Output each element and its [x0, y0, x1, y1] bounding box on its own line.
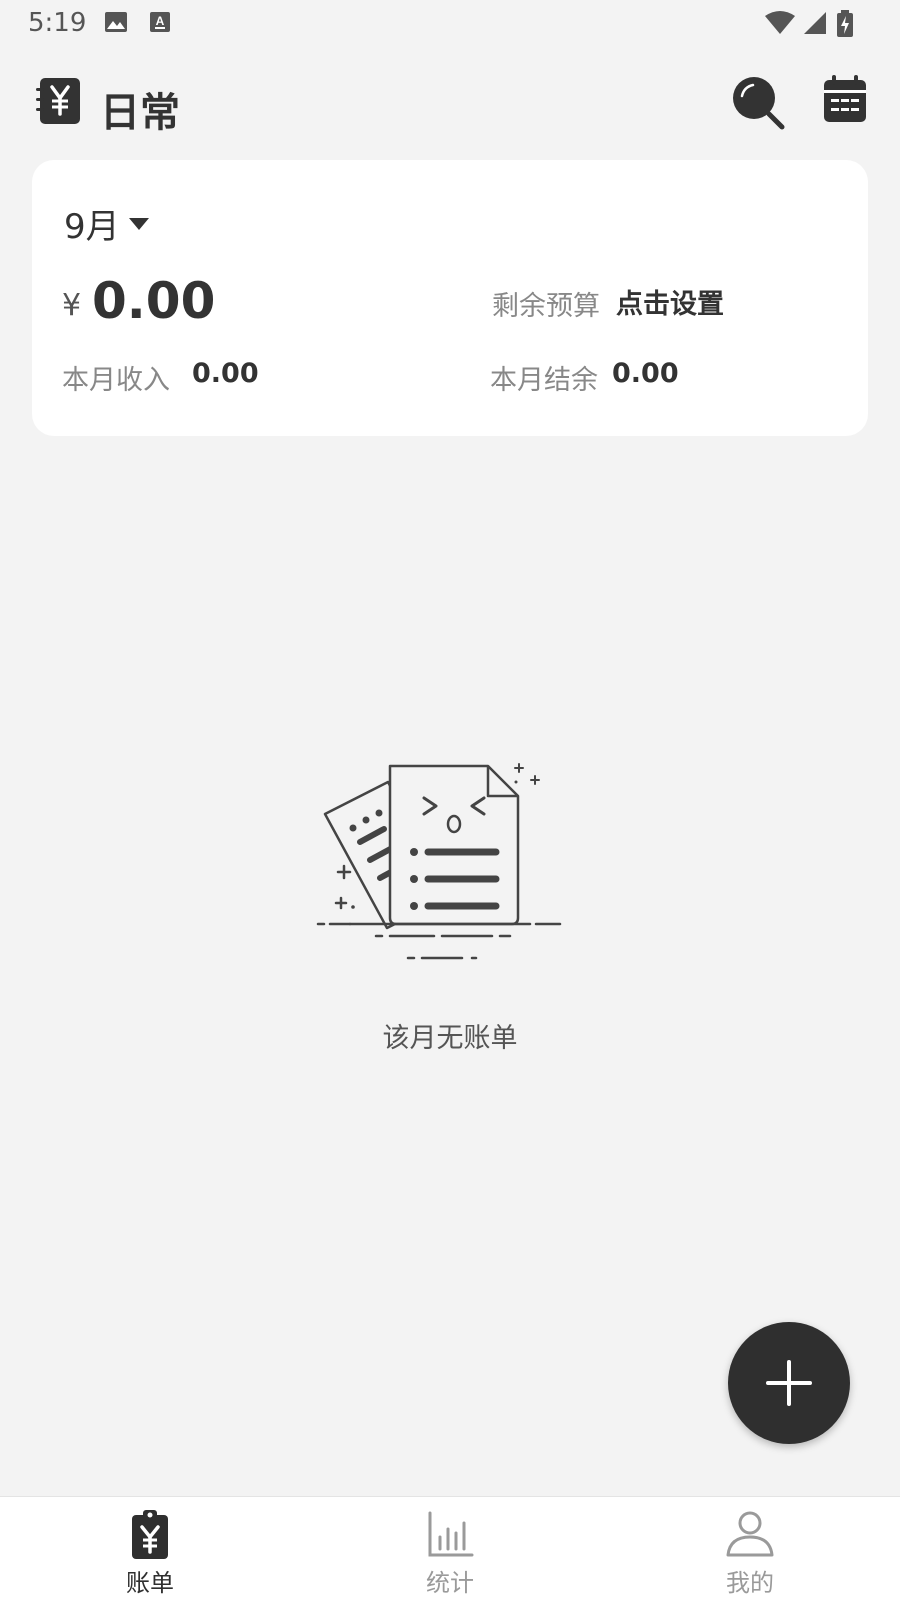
- currency-symbol: ¥: [62, 288, 82, 323]
- nav-item-bills[interactable]: 账单: [0, 1497, 300, 1601]
- balance-amount: 0.00: [92, 272, 216, 330]
- svg-text:A: A: [156, 14, 165, 28]
- search-button[interactable]: [730, 74, 786, 134]
- nav-item-statistics[interactable]: 统计: [300, 1497, 600, 1601]
- surplus-value: 0.00: [612, 358, 679, 389]
- image-icon: [104, 10, 128, 38]
- income-value: 0.00: [192, 358, 259, 389]
- summary-card: 9月 ¥ 0.00 剩余预算 点击设置 本月收入 0.00 本月结余 0.00: [32, 160, 868, 436]
- budget-label: 剩余预算: [492, 291, 600, 322]
- battery-charging-icon: [836, 10, 854, 42]
- month-selector[interactable]: 9月: [64, 200, 150, 247]
- calendar-button[interactable]: [822, 74, 868, 128]
- bill-icon: [124, 1509, 176, 1565]
- status-time: 5:19: [28, 8, 87, 38]
- chart-icon: [424, 1509, 476, 1565]
- bottom-nav: 账单 统计 我的: [0, 1496, 900, 1601]
- keyboard-a-icon: A: [148, 10, 172, 38]
- page-title: 日常: [100, 90, 180, 136]
- caret-down-icon: [128, 218, 149, 230]
- calendar-icon: [824, 75, 866, 122]
- nav-label-profile: 我的: [726, 1569, 774, 1597]
- nav-label-statistics: 统计: [426, 1569, 474, 1597]
- add-bill-button[interactable]: [728, 1322, 850, 1444]
- set-budget-link[interactable]: 点击设置: [616, 282, 724, 321]
- nav-label-bills: 账单: [126, 1569, 174, 1597]
- signal-icon: [802, 10, 828, 40]
- empty-state-text: 该月无账单: [382, 1023, 518, 1054]
- search-icon: [733, 77, 785, 130]
- plus-icon: [766, 1360, 812, 1406]
- nav-item-profile[interactable]: 我的: [600, 1497, 900, 1601]
- status-bar: 5:19 A: [0, 0, 900, 48]
- month-label: 9月: [64, 206, 120, 247]
- app-bar: 日常: [0, 60, 900, 150]
- income-label: 本月收入: [62, 365, 170, 396]
- surplus-label: 本月结余: [490, 365, 598, 396]
- person-icon: [724, 1509, 776, 1565]
- ledger-yen-icon: [36, 76, 82, 130]
- wifi-icon: [764, 10, 796, 40]
- empty-bills-icon: [310, 758, 570, 972]
